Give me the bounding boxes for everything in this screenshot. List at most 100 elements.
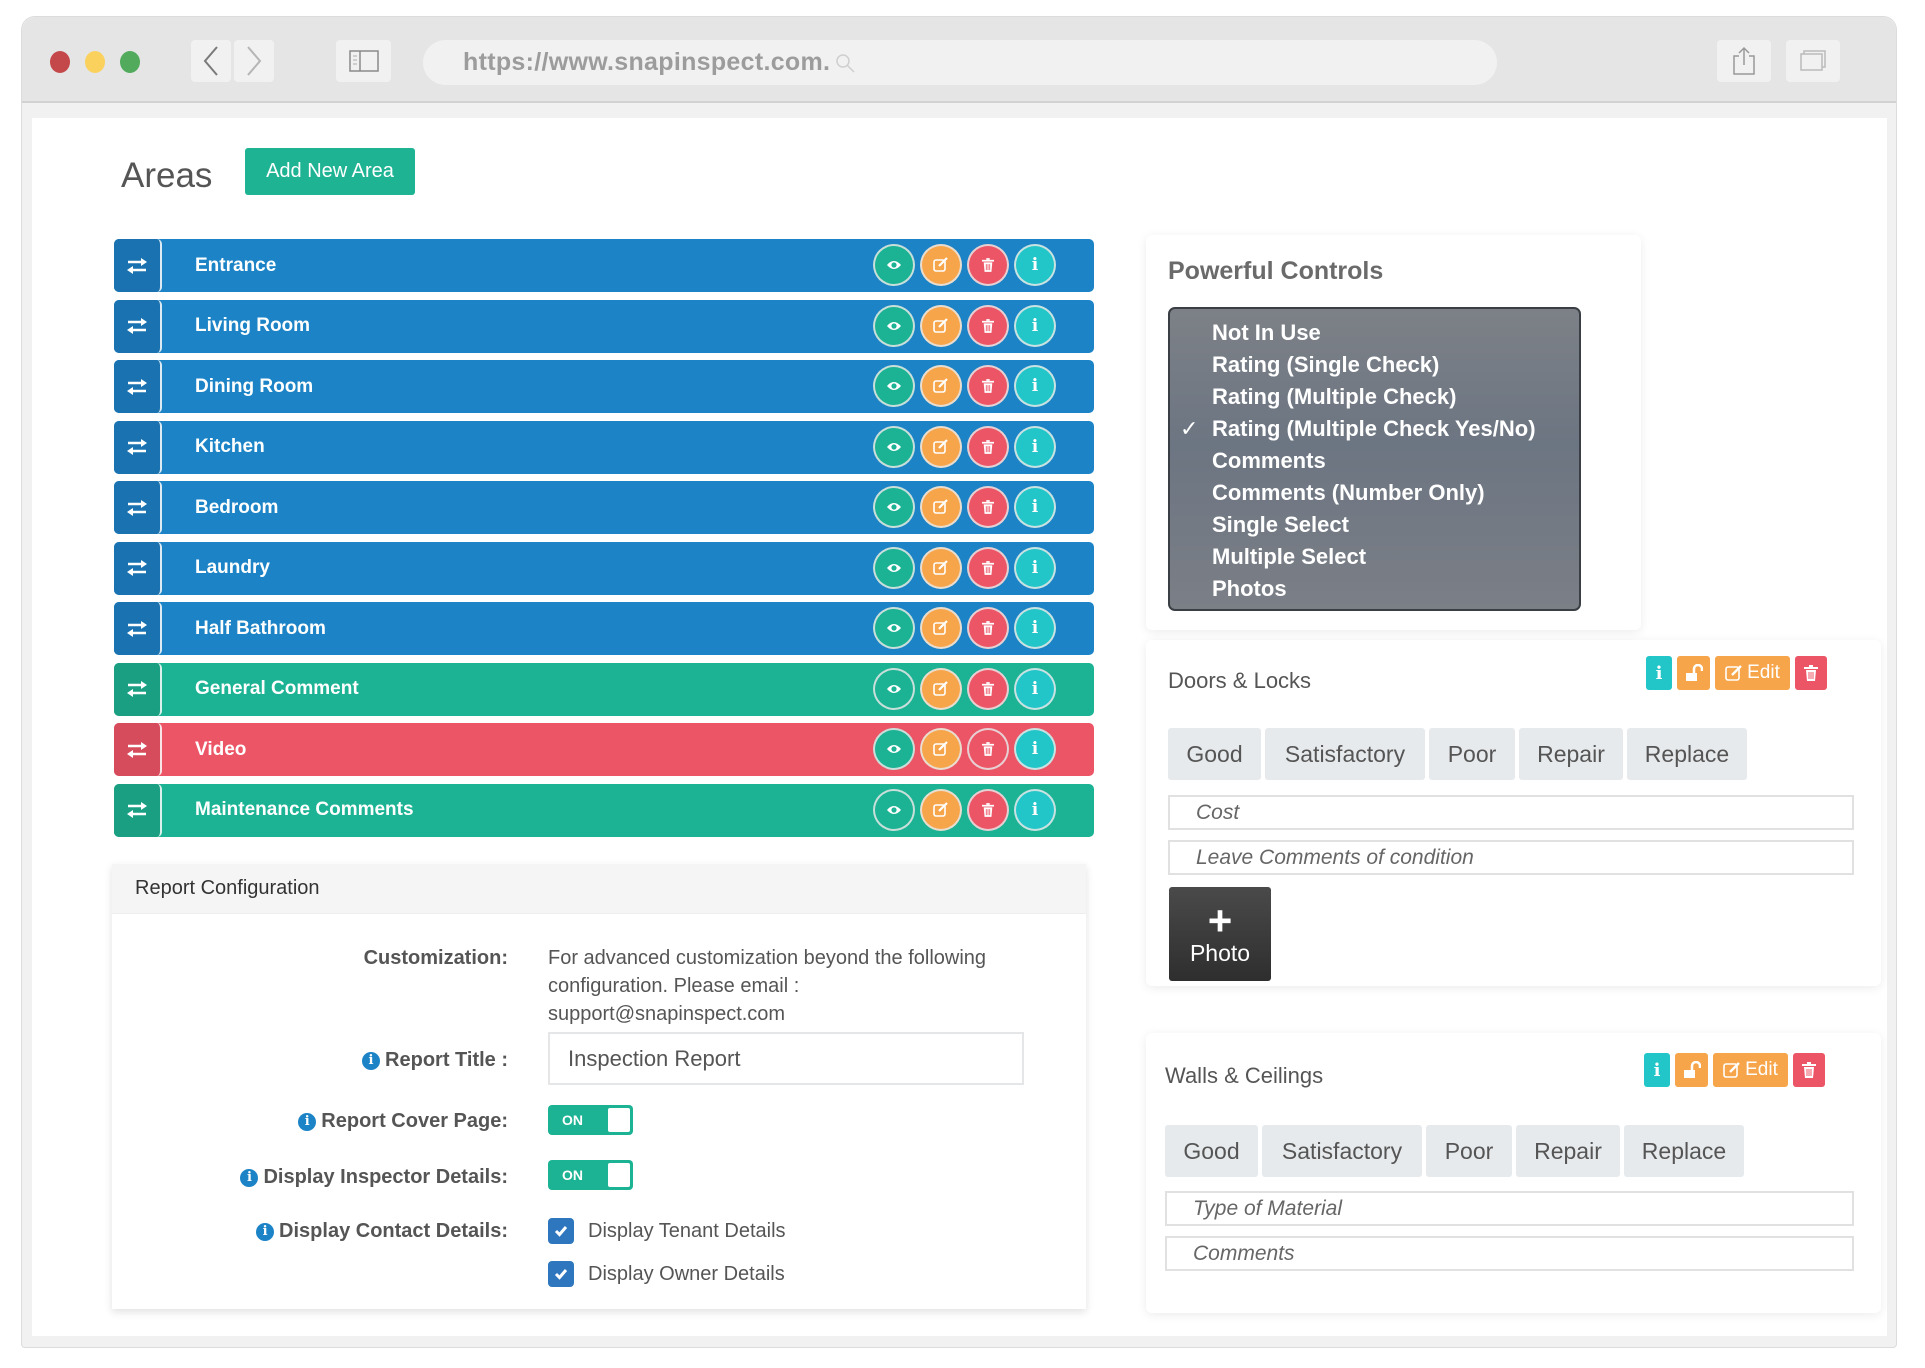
tabs-button[interactable] [1786,40,1840,82]
drag-handle[interactable] [114,783,162,837]
rating-button[interactable]: Satisfactory [1265,728,1425,780]
rating-button[interactable]: Replace [1624,1125,1744,1177]
control-option[interactable]: Rating (Multiple Check) [1170,381,1579,413]
info-area-button[interactable]: i [1014,607,1056,649]
rating-button[interactable]: Good [1165,1125,1258,1177]
rating-button[interactable]: Good [1168,728,1261,780]
info-area-button[interactable]: i [1014,546,1056,589]
delete-area-button[interactable] [967,365,1009,407]
close-window-button[interactable] [50,51,70,73]
owner-details-checkbox-row[interactable]: Display Owner Details [548,1261,785,1287]
item-delete-button[interactable] [1795,656,1827,690]
drag-handle[interactable] [114,723,162,776]
forward-button[interactable] [234,40,274,82]
view-area-button[interactable] [873,728,915,770]
info-area-button[interactable]: i [1014,244,1056,286]
area-row[interactable]: Entrance i [114,239,1094,292]
cost-field[interactable]: Cost [1168,795,1854,830]
rating-button[interactable]: Satisfactory [1262,1125,1422,1177]
view-area-button[interactable] [873,486,915,528]
delete-area-button[interactable] [967,546,1009,589]
minimize-window-button[interactable] [85,51,105,73]
item-edit-button[interactable]: Edit [1713,1053,1788,1087]
area-row[interactable]: Dining Room i [114,360,1094,413]
item-delete-button[interactable] [1793,1053,1825,1087]
control-option[interactable]: Comments (Number Only) [1170,477,1579,509]
edit-area-button[interactable] [920,304,962,347]
item-info-button[interactable]: i [1646,656,1672,690]
control-option[interactable]: ✓ Rating (Multiple Check Yes/No) [1170,413,1579,445]
delete-area-button[interactable] [967,486,1009,528]
control-option[interactable]: Photos [1170,573,1579,605]
delete-area-button[interactable] [967,304,1009,347]
delete-area-button[interactable] [967,728,1009,770]
item-unlock-button[interactable] [1677,656,1710,690]
add-new-area-button[interactable]: Add New Area [245,148,415,195]
control-option[interactable]: Single Select [1170,509,1579,541]
control-type-select[interactable]: Not In Use Rating (Single Check) Rating (M… [1168,307,1581,611]
edit-area-button[interactable] [920,546,962,589]
info-area-button[interactable]: i [1014,728,1056,770]
maximize-window-button[interactable] [120,51,140,73]
view-area-button[interactable] [873,304,915,347]
cover-page-toggle[interactable]: ON [548,1105,633,1135]
info-area-button[interactable]: i [1014,365,1056,407]
view-area-button[interactable] [873,244,915,286]
area-row[interactable]: Bedroom i [114,481,1094,534]
sidebar-toggle-button[interactable] [336,40,391,82]
tenant-details-checkbox-row[interactable]: Display Tenant Details [548,1218,786,1244]
edit-area-button[interactable] [920,244,962,286]
delete-area-button[interactable] [967,244,1009,286]
item-edit-button[interactable]: Edit [1715,656,1790,690]
control-option[interactable]: Rating (Single Check) [1170,349,1579,381]
tenant-details-checkbox[interactable] [548,1218,574,1244]
edit-area-button[interactable] [920,365,962,407]
item-unlock-button[interactable] [1675,1053,1708,1087]
view-area-button[interactable] [873,546,915,589]
edit-area-button[interactable] [920,425,962,468]
info-area-button[interactable]: i [1014,667,1056,710]
report-title-input[interactable] [548,1032,1024,1085]
view-area-button[interactable] [873,365,915,407]
back-button[interactable] [191,40,231,82]
drag-handle[interactable] [114,602,162,655]
info-area-button[interactable]: i [1014,788,1056,831]
area-row[interactable]: Living Room i [114,299,1094,353]
view-area-button[interactable] [873,425,915,468]
material-field[interactable]: Type of Material [1165,1191,1854,1226]
area-row[interactable]: Kitchen i [114,420,1094,474]
drag-handle[interactable] [114,360,162,413]
area-row[interactable]: Laundry i [114,541,1094,595]
delete-area-button[interactable] [967,425,1009,468]
rating-button[interactable]: Replace [1627,728,1747,780]
drag-handle[interactable] [114,420,162,474]
delete-area-button[interactable] [967,667,1009,710]
view-area-button[interactable] [873,788,915,831]
edit-area-button[interactable] [920,728,962,770]
comments-field[interactable]: Comments [1165,1236,1854,1271]
drag-handle[interactable] [114,299,162,353]
area-row[interactable]: Maintenance Comments i [114,783,1094,837]
share-button[interactable] [1717,40,1771,82]
delete-area-button[interactable] [967,788,1009,831]
area-row[interactable]: General Comment i [114,662,1094,716]
item-info-button[interactable]: i [1644,1053,1670,1087]
delete-area-button[interactable] [967,607,1009,649]
inspector-details-toggle[interactable]: ON [548,1160,633,1190]
drag-handle[interactable] [114,541,162,595]
address-bar[interactable]: https://www.snapinspect.com. [423,40,1497,85]
info-icon[interactable]: i [362,1051,381,1070]
control-option[interactable]: Comments [1170,445,1579,477]
drag-handle[interactable] [114,662,162,716]
edit-area-button[interactable] [920,607,962,649]
control-option[interactable]: Multiple Select [1170,541,1579,573]
area-row[interactable]: Half Bathroom i [114,602,1094,655]
info-area-button[interactable]: i [1014,304,1056,347]
drag-handle[interactable] [114,239,162,292]
area-row[interactable]: Video i [114,723,1094,776]
control-option[interactable]: Not In Use [1170,317,1579,349]
view-area-button[interactable] [873,667,915,710]
edit-area-button[interactable] [920,788,962,831]
edit-area-button[interactable] [920,667,962,710]
drag-handle[interactable] [114,481,162,534]
